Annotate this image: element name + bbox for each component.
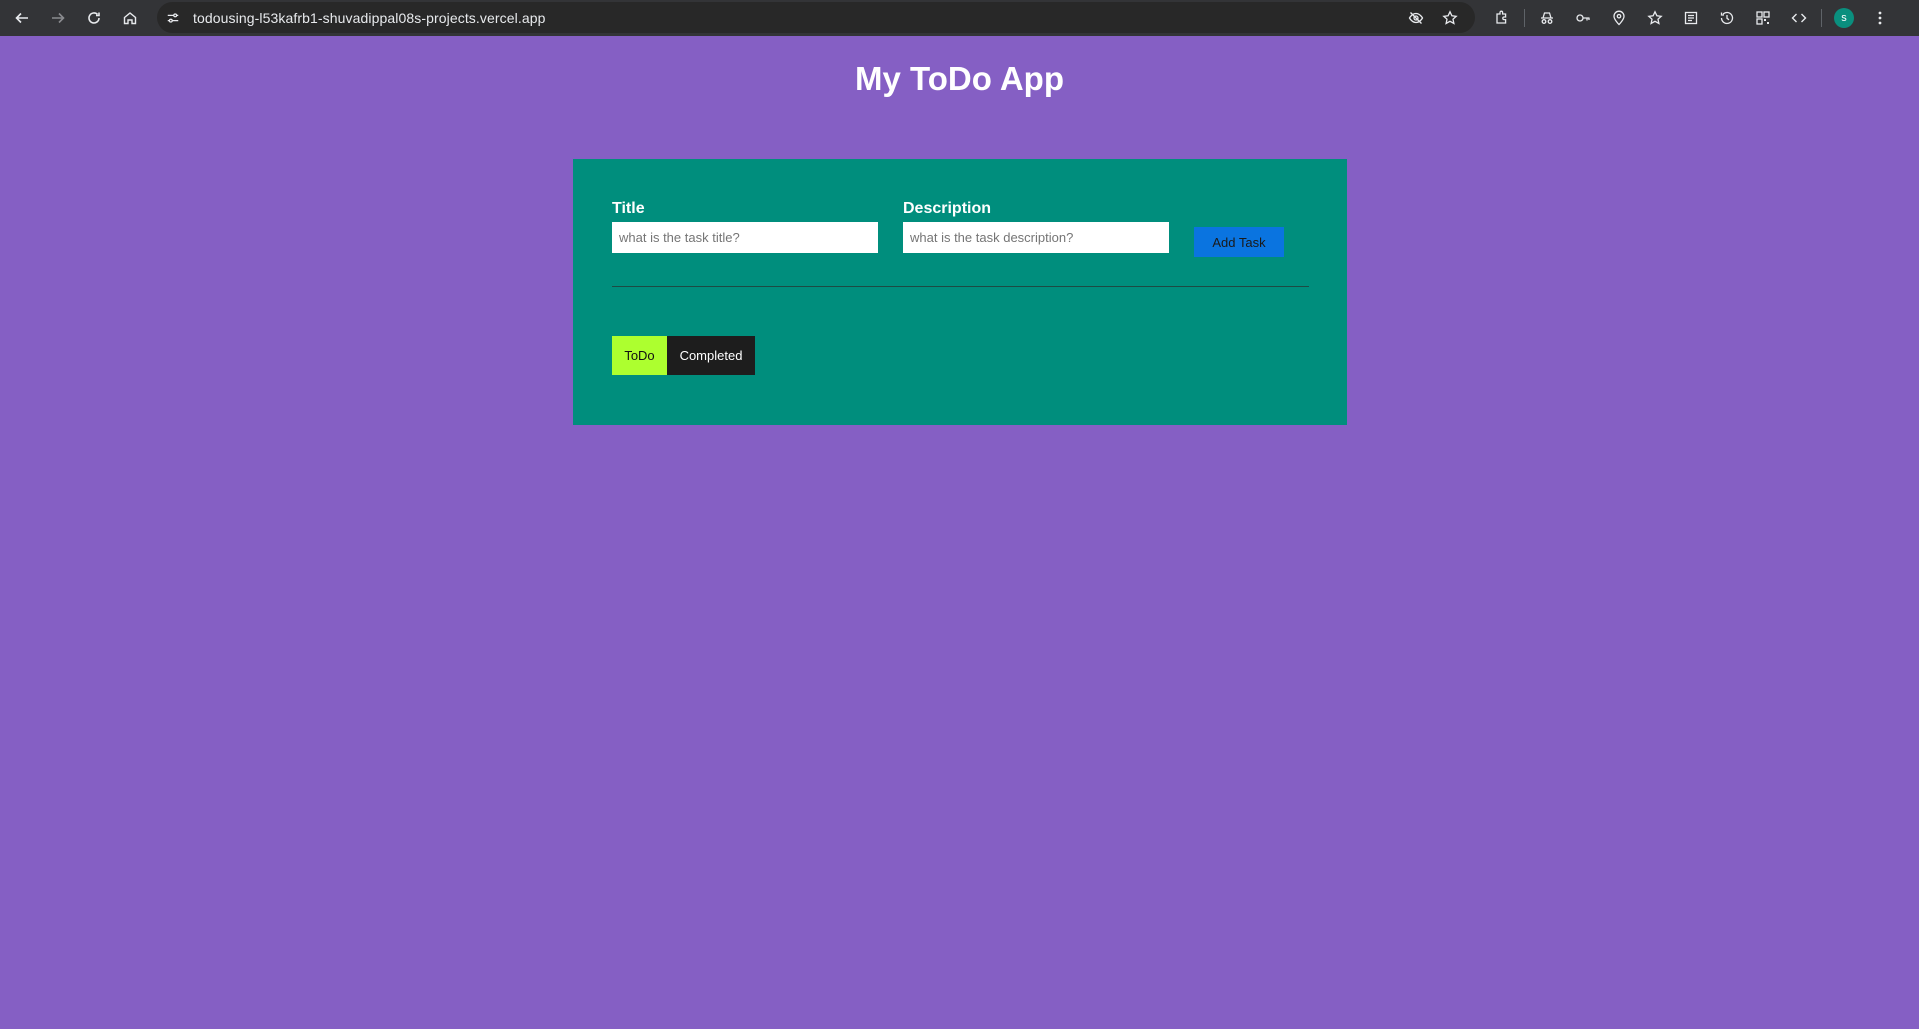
devtools-button[interactable] [1781, 0, 1817, 36]
profile-button[interactable]: s [1826, 0, 1862, 36]
address-bar[interactable]: todousing-l53kafrb1-shuvadippal08s-proje… [157, 2, 1475, 33]
url-text[interactable]: todousing-l53kafrb1-shuvadippal08s-proje… [193, 10, 546, 26]
forward-button[interactable] [40, 0, 76, 36]
back-arrow-icon [15, 12, 28, 24]
home-button[interactable] [112, 0, 148, 36]
home-icon [123, 12, 137, 25]
title-label: Title [612, 200, 645, 217]
tracking-protection-button[interactable] [1399, 2, 1433, 33]
page-title: My ToDo App [855, 60, 1064, 97]
incognito-icon [1541, 12, 1553, 24]
extensions-area: s [1484, 0, 1898, 36]
reload-button[interactable] [76, 0, 112, 36]
toolbar-separator [1821, 9, 1822, 27]
location-pin-icon [1613, 10, 1625, 26]
tab-completed[interactable]: Completed [667, 336, 755, 375]
reload-icon [88, 12, 100, 24]
toolbar-separator [1524, 9, 1525, 27]
reading-list-button[interactable] [1673, 0, 1709, 36]
tab-todo[interactable]: ToDo [612, 336, 667, 375]
key-icon [1576, 14, 1590, 22]
back-button[interactable] [4, 0, 40, 36]
history-icon [1720, 11, 1734, 25]
add-task-button[interactable]: Add Task [1194, 227, 1284, 257]
extension-button-1[interactable] [1529, 0, 1565, 36]
bookmark-button[interactable] [1433, 2, 1467, 33]
extension-button-3[interactable] [1601, 0, 1637, 36]
qr-code-button[interactable] [1745, 0, 1781, 36]
title-input[interactable] [612, 222, 878, 253]
site-info-icon [167, 12, 179, 23]
divider [612, 286, 1309, 287]
code-brackets-icon [1791, 13, 1807, 23]
forward-arrow-icon [52, 12, 65, 24]
eye-off-icon [1408, 11, 1424, 24]
extension-button-2[interactable] [1565, 0, 1601, 36]
star-outline-icon [1647, 10, 1663, 25]
description-label: Description [903, 200, 992, 217]
todo-card: Title Description Add Task ToDo Complete… [573, 159, 1347, 425]
star-icon [1442, 9, 1458, 25]
avatar: s [1834, 8, 1854, 28]
page-content: My ToDo App Title Description Add Task T… [0, 36, 1919, 1029]
description-field-group: Description [903, 200, 1169, 253]
title-field-group: Title [612, 200, 878, 253]
browser-toolbar: todousing-l53kafrb1-shuvadippal08s-proje… [0, 0, 1919, 36]
task-tabs: ToDo Completed [612, 336, 755, 375]
history-button[interactable] [1709, 0, 1745, 36]
site-info-button[interactable] [161, 6, 185, 30]
extensions-button[interactable] [1484, 0, 1520, 36]
menu-button[interactable] [1862, 0, 1898, 36]
more-vertical-icon [1878, 11, 1882, 25]
reading-list-icon [1684, 11, 1698, 25]
description-input[interactable] [903, 222, 1169, 253]
extension-button-4[interactable] [1637, 0, 1673, 36]
qr-code-icon [1756, 11, 1770, 25]
puzzle-icon [1496, 10, 1507, 24]
